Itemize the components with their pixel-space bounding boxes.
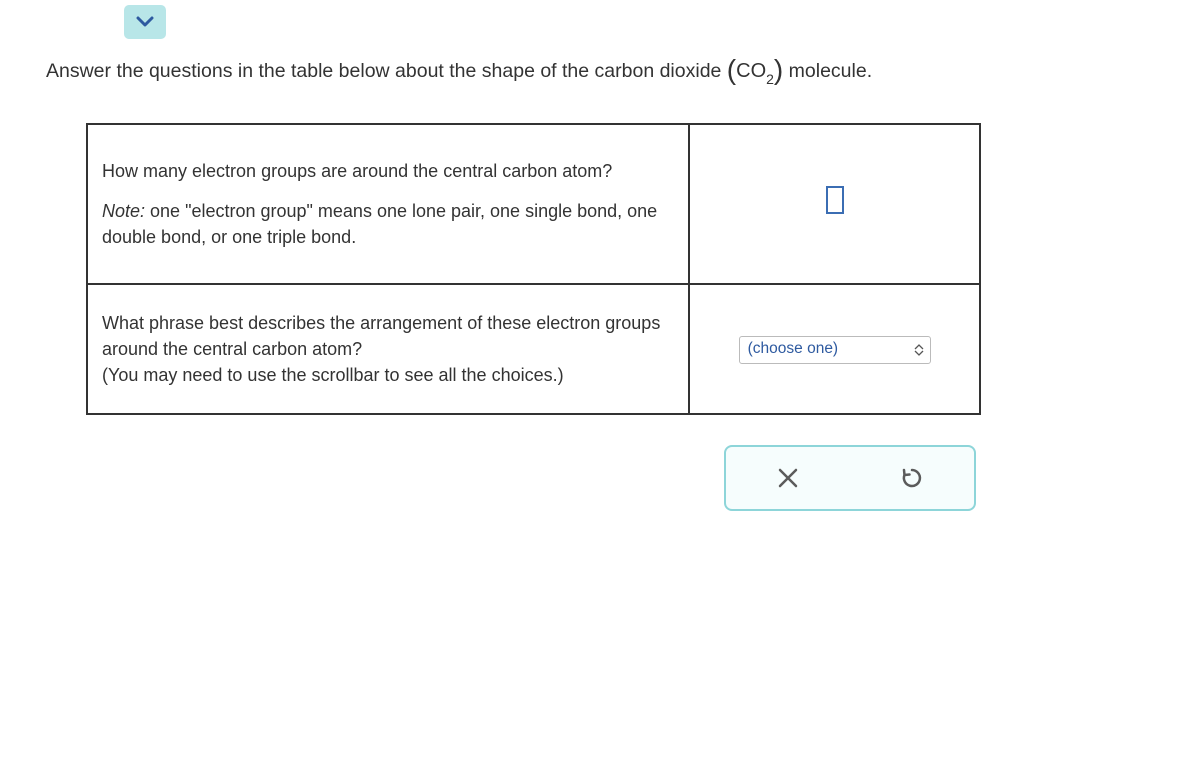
- select-placeholder: (choose one): [748, 338, 838, 360]
- hint-text: (You may need to use the scrollbar to se…: [102, 362, 674, 388]
- question-text: How many electron groups are around the …: [102, 158, 674, 184]
- prompt-suffix: molecule.: [783, 60, 872, 82]
- question-table: How many electron groups are around the …: [86, 123, 981, 415]
- prompt-prefix: Answer the questions in the table below …: [46, 60, 727, 82]
- arrangement-select[interactable]: (choose one): [739, 336, 931, 364]
- formula: (CO2): [727, 60, 783, 82]
- chevron-down-icon: [136, 16, 154, 28]
- collapse-button[interactable]: [124, 5, 166, 39]
- note-text: Note: one "electron group" means one lon…: [102, 198, 674, 250]
- question-cell-1: How many electron groups are around the …: [87, 124, 689, 284]
- undo-icon: [900, 466, 924, 490]
- close-icon: [776, 466, 800, 490]
- clear-button[interactable]: [770, 460, 806, 496]
- action-panel: [724, 445, 976, 511]
- question-text: What phrase best describes the arrangeme…: [102, 310, 674, 362]
- select-caret-icon: [914, 344, 924, 356]
- table-row: How many electron groups are around the …: [87, 124, 980, 284]
- answer-cell-2: (choose one): [689, 284, 980, 414]
- answer-cell-1: [689, 124, 980, 284]
- question-prompt: Answer the questions in the table below …: [46, 52, 872, 91]
- question-cell-2: What phrase best describes the arrangeme…: [87, 284, 689, 414]
- table-row: What phrase best describes the arrangeme…: [87, 284, 980, 414]
- electron-groups-input[interactable]: [826, 186, 844, 214]
- note-label: Note:: [102, 201, 145, 221]
- reset-button[interactable]: [894, 460, 930, 496]
